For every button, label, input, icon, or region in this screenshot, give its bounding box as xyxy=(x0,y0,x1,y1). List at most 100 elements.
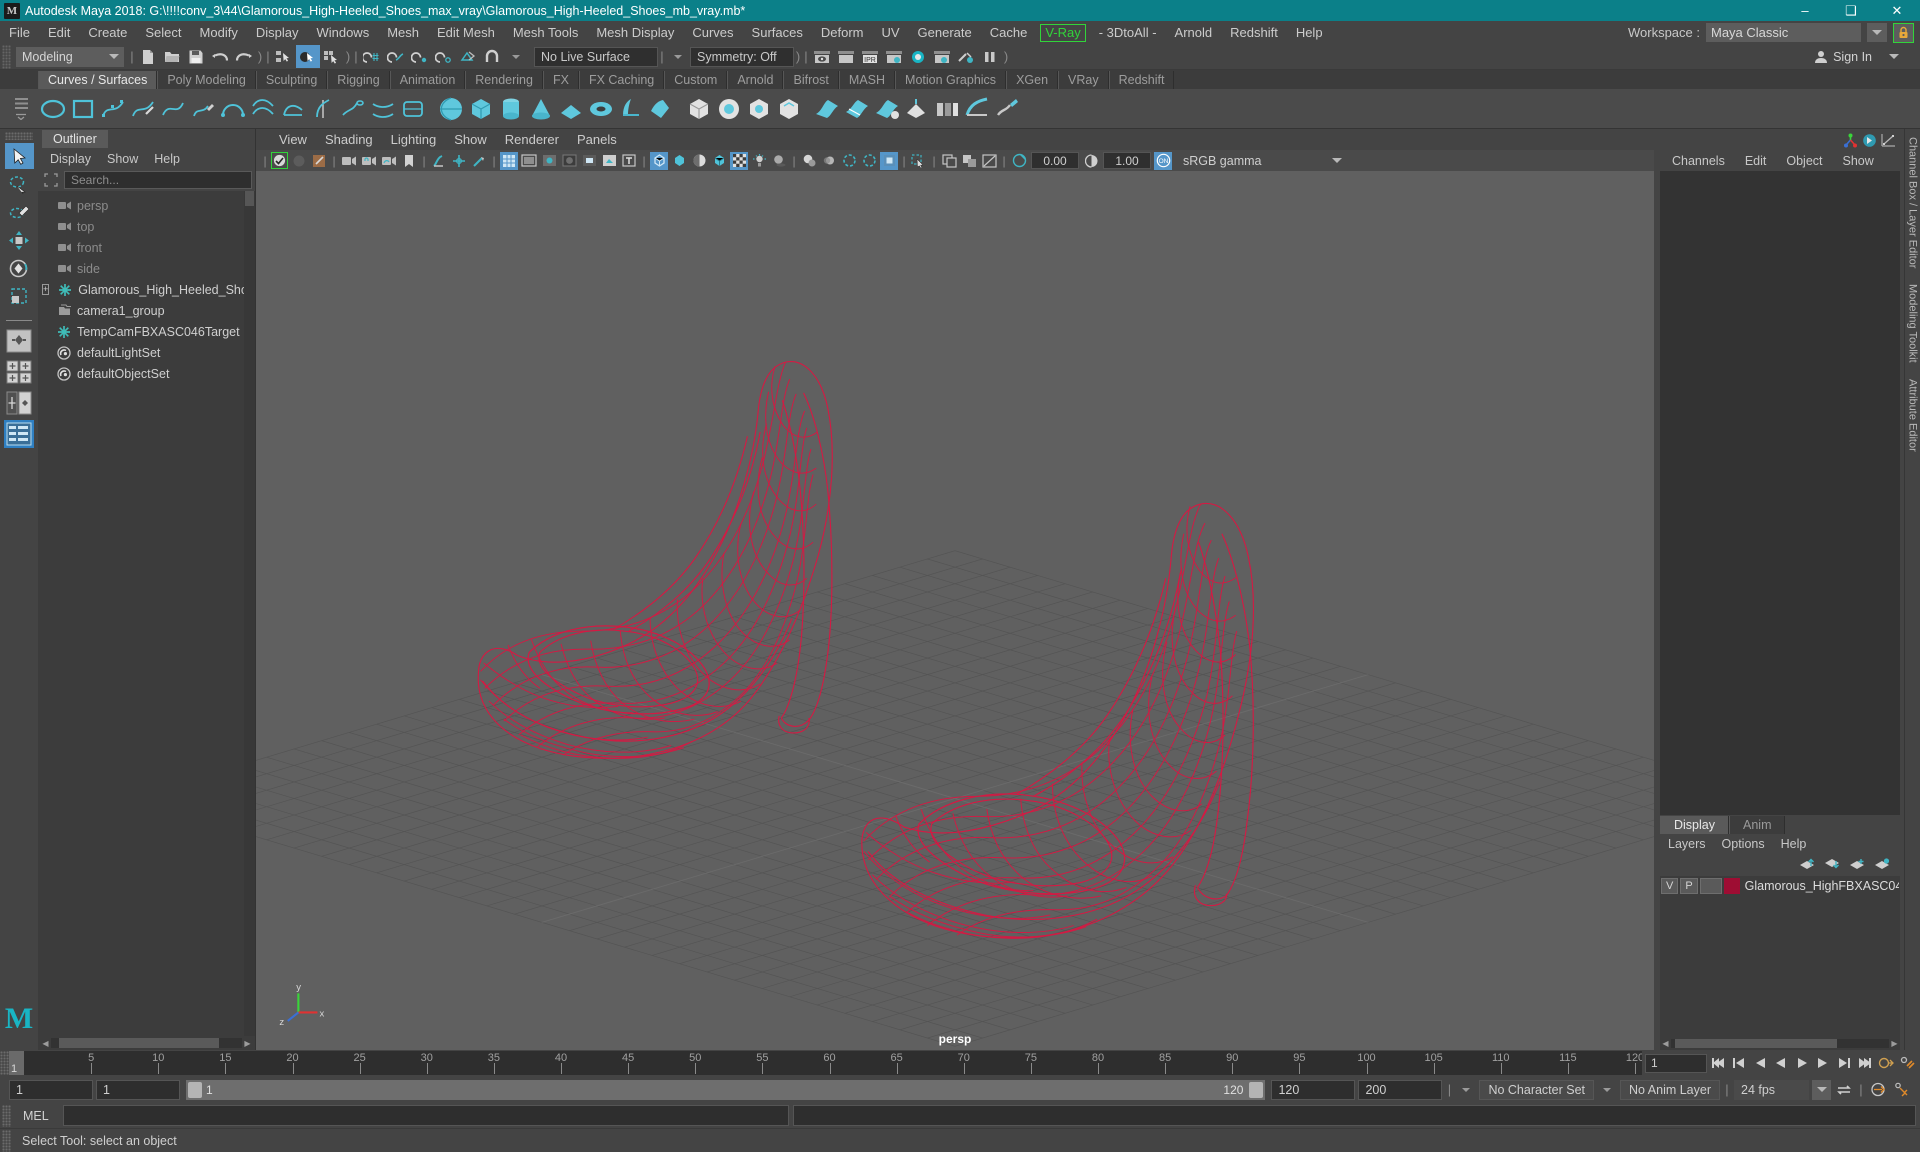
menu-create[interactable]: Create xyxy=(79,21,136,44)
layout-four-view-icon[interactable] xyxy=(4,358,34,386)
menu-redshift[interactable]: Redshift xyxy=(1221,21,1287,44)
shelf-tab-motion-graphics[interactable]: Motion Graphics xyxy=(895,71,1007,89)
layer-visibility-toggle[interactable]: V xyxy=(1661,877,1679,894)
nurbs-plane-icon[interactable] xyxy=(556,94,586,124)
gamma-field[interactable]: 1.00 xyxy=(1103,152,1151,169)
nurbs-circle-icon[interactable] xyxy=(38,94,68,124)
close-button[interactable]: ✕ xyxy=(1874,0,1920,21)
layer-playback-toggle[interactable]: P xyxy=(1680,877,1698,894)
toolbox-gripper[interactable] xyxy=(5,132,33,140)
depth-of-field-icon[interactable] xyxy=(860,152,878,170)
surface-loft-icon[interactable] xyxy=(812,94,842,124)
undo-icon[interactable] xyxy=(208,45,232,68)
menu-mesh-display[interactable]: Mesh Display xyxy=(587,21,683,44)
go-to-end-icon[interactable] xyxy=(1855,1053,1875,1073)
surface-trim-icon[interactable] xyxy=(932,94,962,124)
status-bar-gripper[interactable] xyxy=(2,1129,11,1152)
render-setup-icon[interactable] xyxy=(954,45,978,68)
new-scene-icon[interactable] xyxy=(136,45,160,68)
shelf-tab-custom[interactable]: Custom xyxy=(664,71,728,89)
scale-tool-icon[interactable] xyxy=(5,283,34,309)
vtab-modeling-toolkit[interactable]: Modeling Toolkit xyxy=(1907,276,1919,371)
menu-surfaces[interactable]: Surfaces xyxy=(743,21,812,44)
animation-start-field[interactable]: 1 xyxy=(96,1079,180,1100)
field-chart-icon[interactable] xyxy=(560,152,578,170)
save-scene-icon[interactable] xyxy=(184,45,208,68)
scroll-left-icon[interactable]: ◀ xyxy=(40,1038,51,1049)
graph-editor-icon[interactable] xyxy=(1881,133,1896,148)
film-gate-icon[interactable] xyxy=(520,152,538,170)
outliner-menu-help[interactable]: Help xyxy=(146,152,188,166)
nurbs-cylinder-icon[interactable] xyxy=(496,94,526,124)
character-set-select[interactable]: No Character Set xyxy=(1479,1079,1595,1100)
command-output[interactable] xyxy=(792,1105,1916,1126)
range-start-handle[interactable] xyxy=(188,1081,202,1098)
outliner-item-default-object-set[interactable]: defaultObjectSet xyxy=(38,363,255,384)
range-end-field[interactable]: 120 xyxy=(1271,1079,1356,1100)
render-settings-icon[interactable] xyxy=(882,45,906,68)
anim-layer-select[interactable]: No Anim Layer xyxy=(1620,1079,1720,1100)
script-language-label[interactable]: MEL xyxy=(11,1109,63,1123)
viewport-scene[interactable]: y x z xyxy=(256,171,1654,1050)
use-all-lights-icon[interactable] xyxy=(750,152,768,170)
scroll-left-icon[interactable]: ◀ xyxy=(1660,1038,1671,1049)
grid-toggle-icon[interactable] xyxy=(500,151,518,170)
layer-type-toggle[interactable] xyxy=(1699,877,1723,894)
camera-attributes-icon[interactable] xyxy=(290,152,308,170)
loop-playback-icon[interactable] xyxy=(1834,1080,1854,1100)
menu-edit-mesh[interactable]: Edit Mesh xyxy=(428,21,504,44)
subdiv-cube-icon[interactable] xyxy=(684,94,714,124)
live-surface-field[interactable]: No Live Surface xyxy=(534,46,658,67)
menu-mesh[interactable]: Mesh xyxy=(378,21,428,44)
new-layer-icon[interactable] xyxy=(1849,858,1865,870)
outliner-menu-display[interactable]: Display xyxy=(42,152,99,166)
shelf-tab-xgen[interactable]: XGen xyxy=(1006,71,1059,89)
user-account-icon[interactable] xyxy=(1809,45,1833,68)
expand-toggle-icon[interactable]: + xyxy=(42,284,50,295)
help-menu[interactable]: Help xyxy=(1773,837,1815,851)
menu-generate[interactable]: Generate xyxy=(909,21,981,44)
layer-row[interactable]: V P Glamorous_HighFBXASC045He xyxy=(1660,876,1900,895)
object-menu[interactable]: Object xyxy=(1776,154,1832,168)
perspective-viewport[interactable]: y x z persp xyxy=(256,171,1654,1050)
isolate-select-icon[interactable] xyxy=(880,151,898,170)
layout-outliner-persp-icon[interactable] xyxy=(4,420,34,448)
outliner-tree[interactable]: persp top front side + Glamorous_High_He… xyxy=(38,191,255,1036)
outliner-search-input[interactable]: Search... xyxy=(64,171,252,189)
range-end-handle[interactable] xyxy=(1249,1081,1264,1098)
step-back-frame-icon[interactable] xyxy=(1750,1053,1770,1073)
shelf-tab-rendering[interactable]: Rendering xyxy=(465,71,543,89)
show-menu[interactable]: Show xyxy=(1833,154,1884,168)
animation-preferences-icon-2[interactable] xyxy=(1868,1080,1888,1100)
nurbs-square-icon[interactable] xyxy=(68,94,98,124)
shelf-tab-redshift[interactable]: Redshift xyxy=(1108,71,1175,89)
layout-two-split-icon[interactable] xyxy=(4,389,34,417)
shelf-tab-animation[interactable]: Animation xyxy=(389,71,466,89)
viewport-menu-view[interactable]: View xyxy=(270,132,316,147)
shelf-tab-sculpting[interactable]: Sculpting xyxy=(255,71,328,89)
shelf-tab-vray[interactable]: VRay xyxy=(1058,71,1109,89)
gamma-icon[interactable] xyxy=(1082,152,1100,170)
viewport-menu-renderer[interactable]: Renderer xyxy=(496,132,568,147)
wireframe-on-shaded-icon[interactable] xyxy=(710,152,728,170)
selection-mask-icon[interactable] xyxy=(910,152,928,170)
shadows-icon[interactable] xyxy=(770,152,788,170)
vtab-channel-box-layer-editor[interactable]: Channel Box / Layer Editor xyxy=(1907,129,1919,276)
selection-brackets-icon[interactable] xyxy=(41,171,61,189)
character-set-dropdown-arrow[interactable] xyxy=(1456,1080,1476,1100)
viewport-menu-show[interactable]: Show xyxy=(445,132,496,147)
subdiv-plane-icon[interactable] xyxy=(774,94,804,124)
menu-mesh-tools[interactable]: Mesh Tools xyxy=(504,21,588,44)
shelf-tab-bifrost[interactable]: Bifrost xyxy=(783,71,839,89)
text-overlay-icon[interactable] xyxy=(620,152,638,170)
surface-planar-icon[interactable] xyxy=(842,94,872,124)
cv-curve-tool-icon[interactable] xyxy=(98,94,128,124)
nurbs-sphere-icon[interactable] xyxy=(436,94,466,124)
pencil-curve-tool-icon[interactable] xyxy=(188,94,218,124)
layer-tab-anim[interactable]: Anim xyxy=(1729,816,1786,834)
move-layer-down-icon[interactable] xyxy=(1824,858,1840,870)
ipr-render-icon[interactable]: IPR xyxy=(858,45,882,68)
menu-curves[interactable]: Curves xyxy=(683,21,742,44)
color-management-dropdown-arrow[interactable] xyxy=(1327,152,1347,169)
ssao-icon[interactable] xyxy=(800,152,818,170)
